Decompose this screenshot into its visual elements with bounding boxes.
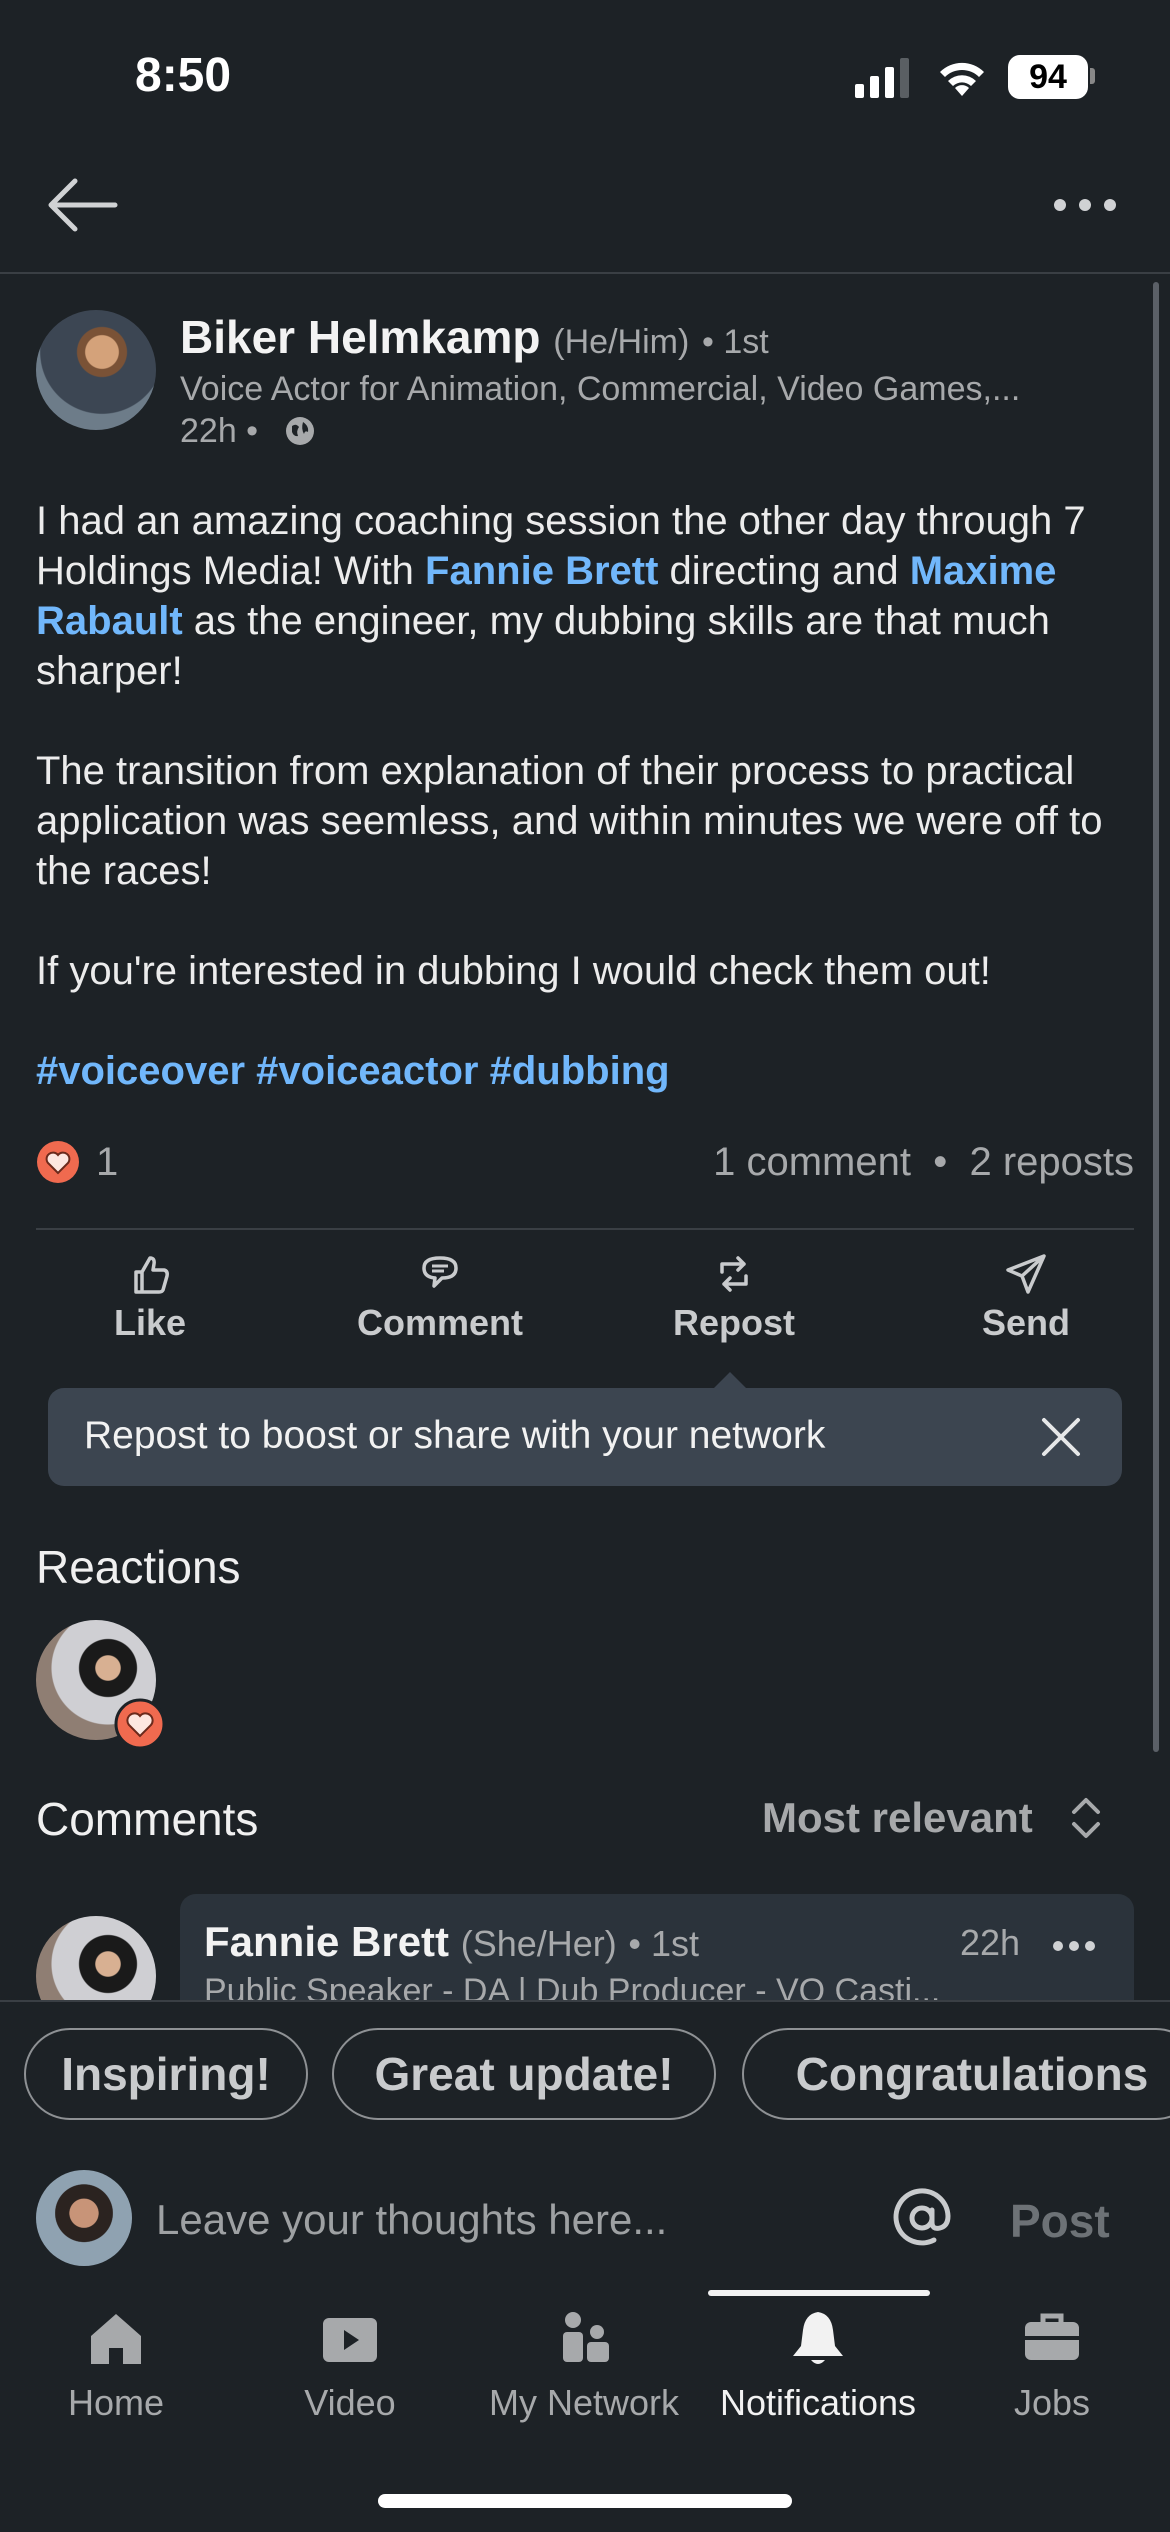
- briefcase-icon: [1025, 2313, 1079, 2360]
- sort-dropdown[interactable]: Most relevant: [762, 1794, 1033, 1842]
- commenter-name-line[interactable]: Fannie Brett (She/Her) • 1st: [204, 1918, 699, 1966]
- thumbs-up-icon: [134, 1256, 169, 1294]
- close-icon[interactable]: [1040, 1416, 1082, 1458]
- sort-chevrons-icon[interactable]: [1066, 1792, 1106, 1844]
- post-paragraph-2: The transition from explanation of their…: [36, 749, 1103, 893]
- post-button[interactable]: Post: [1010, 2194, 1110, 2248]
- author-headline: Voice Actor for Animation, Commercial, V…: [180, 370, 1021, 408]
- top-divider: [0, 272, 1170, 274]
- more-options-icon[interactable]: [1052, 1936, 1096, 1956]
- battery-tip: [1090, 68, 1095, 84]
- author-degree: • 1st: [702, 323, 769, 361]
- bell-icon: [793, 2312, 843, 2364]
- post-time: 22h •: [180, 412, 259, 450]
- send-label: Send: [981, 1302, 1070, 1343]
- network-icon: [563, 2312, 609, 2362]
- battery-indicator: 94: [1008, 55, 1088, 99]
- comments-title: Comments: [36, 1793, 259, 1845]
- commenter-degree: • 1st: [628, 1923, 700, 1964]
- tab-jobs[interactable]: Jobs: [937, 2306, 1167, 2424]
- back-arrow-icon[interactable]: [45, 175, 121, 235]
- comment-button[interactable]: Comment: [330, 1250, 550, 1350]
- comments-count[interactable]: 1 comment: [713, 1140, 911, 1184]
- post-paragraph-1: I had an amazing coaching session the ot…: [36, 496, 1136, 696]
- hashtags[interactable]: #voiceover #voiceactor #dubbing: [36, 1046, 1136, 1096]
- counts-divider: [36, 1228, 1134, 1230]
- love-reaction-icon: [37, 1141, 79, 1183]
- tab-notifications-label: Notifications: [719, 2382, 917, 2423]
- love-reaction-icon: [114, 1698, 166, 1750]
- tooltip-text: Repost to boost or share with your netwo…: [84, 1414, 826, 1457]
- globe-icon: [286, 417, 314, 445]
- reaction-count[interactable]: 1: [96, 1140, 118, 1185]
- mention-at-icon[interactable]: [890, 2186, 954, 2250]
- tab-home[interactable]: Home: [1, 2306, 231, 2424]
- quick-reply-chip[interactable]: Great update!: [332, 2028, 716, 2120]
- quick-reply-chip[interactable]: Congratulations: [742, 2028, 1170, 2120]
- home-icon: [91, 2314, 141, 2364]
- tab-notifications[interactable]: Notifications: [703, 2306, 933, 2424]
- post-body: I had an amazing coaching session the ot…: [36, 496, 1136, 1146]
- tab-home-label: Home: [67, 2382, 165, 2423]
- comment-input[interactable]: Leave your thoughts here...: [156, 2196, 667, 2244]
- mention-link[interactable]: Fannie Brett: [425, 549, 658, 593]
- send-button[interactable]: Send: [916, 1250, 1136, 1350]
- commenter-name[interactable]: Fannie Brett: [204, 1918, 449, 1965]
- tab-my-network[interactable]: My Network: [469, 2306, 699, 2424]
- post-text: directing and: [658, 549, 910, 593]
- repost-label: Repost: [672, 1302, 795, 1343]
- more-options-icon[interactable]: [1050, 190, 1120, 220]
- tab-jobs-label: Jobs: [1013, 2382, 1091, 2423]
- repost-icon: [720, 1256, 748, 1292]
- like-button[interactable]: Like: [40, 1250, 260, 1350]
- author-avatar[interactable]: [36, 310, 156, 430]
- author-name-line[interactable]: Biker Helmkamp (He/Him) • 1st: [180, 310, 769, 364]
- video-icon: [323, 2318, 377, 2362]
- post-text: as the engineer, my dubbing skills are t…: [36, 599, 1050, 693]
- author-name[interactable]: Biker Helmkamp: [180, 311, 541, 363]
- commenter-pronouns: (She/Her): [460, 1923, 617, 1964]
- like-label: Like: [113, 1302, 187, 1343]
- quick-reply-chip[interactable]: Inspiring!: [24, 2028, 308, 2120]
- active-tab-indicator: [708, 2290, 930, 2296]
- tab-my-network-label: My Network: [488, 2382, 680, 2423]
- comment-time: 22h: [960, 1922, 1021, 1963]
- wifi-icon: [940, 62, 984, 96]
- tab-video-label: Video: [304, 2382, 396, 2423]
- comment-label: Comment: [356, 1302, 523, 1343]
- signal-icon: [855, 58, 909, 98]
- post-counts: 1 comment • 2 reposts: [670, 1140, 1134, 1185]
- repost-button[interactable]: Repost: [624, 1250, 844, 1350]
- my-avatar: [36, 2170, 132, 2266]
- comment-icon: [422, 1256, 458, 1288]
- counts-separator: •: [933, 1140, 948, 1184]
- post-paragraph-3: If you're interested in dubbing I would …: [36, 949, 991, 993]
- reactions-title: Reactions: [36, 1541, 241, 1593]
- send-icon: [1006, 1254, 1046, 1294]
- author-pronouns: (He/Him): [553, 323, 690, 361]
- home-indicator[interactable]: [378, 2494, 792, 2508]
- reposts-count[interactable]: 2 reposts: [969, 1140, 1134, 1184]
- scrollbar[interactable]: [1153, 282, 1159, 1752]
- status-time: 8:50: [135, 49, 232, 102]
- tab-video[interactable]: Video: [235, 2306, 465, 2424]
